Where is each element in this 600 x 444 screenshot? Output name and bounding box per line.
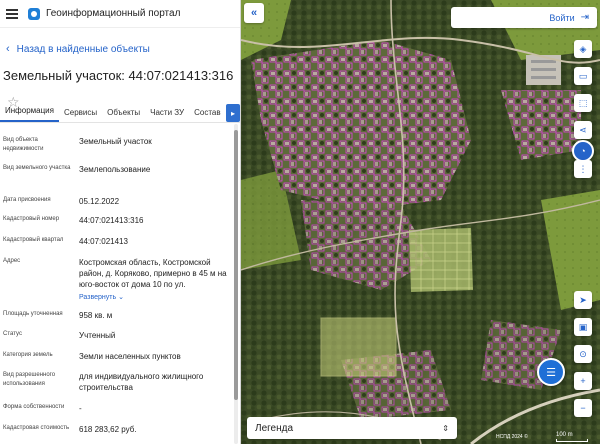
property-label: Адрес (3, 258, 21, 264)
tab-parcel-parts[interactable]: Части ЗУ (145, 108, 189, 122)
property-label: Вид разрешенного использования (3, 372, 56, 387)
navigation-arrow-icon: ➤ (579, 294, 587, 305)
portal-title: Геоинформационный портал (46, 8, 181, 19)
portal-logo-icon (28, 7, 40, 20)
property-value: Земельный участок (79, 137, 152, 146)
expand-address-link[interactable]: Развернуть ⌄ (79, 292, 231, 303)
property-value: Костромская область, Костромской район, … (79, 257, 231, 303)
top-bar: Геоинформационный портал (0, 0, 240, 28)
tool-icon: ⋮ (578, 163, 588, 174)
property-value: 05.12.2022 (79, 197, 120, 206)
property-label: Вид объекта недвижимости (3, 137, 44, 152)
property-value: Землепользование (79, 165, 151, 174)
expand-arrows-icon: ⇕ (442, 423, 449, 433)
property-label: Кадастровый квартал (3, 237, 64, 243)
property-label: Кадастровый номер (3, 216, 60, 222)
property-label: Категория земель (3, 352, 53, 358)
tab-information[interactable]: Информация (0, 106, 59, 122)
map-view[interactable]: « Войти ⇥ ◈ ▭ ⬚ ⋖ ◔ ⋮ ➤ ▣ ⊙ + − ☰ Легенд… (241, 0, 600, 444)
property-value: Земли населенных пунктов (79, 352, 181, 361)
tab-bar: Информация Сервисы Объекты Части ЗУ Сост… (0, 103, 240, 123)
minus-icon: − (580, 403, 586, 413)
property-label: Кадастровая стоимость (3, 425, 70, 431)
property-label: Площадь уточненная (3, 311, 63, 317)
measure-icon: ◔ (580, 146, 586, 156)
chevron-left-icon: ‹ (6, 43, 10, 55)
share-button[interactable]: ⋖ (574, 121, 592, 139)
address-text: Костромская область, Костромской район, … (79, 258, 227, 289)
tab-composition[interactable]: Состав (189, 108, 226, 122)
property-label: Статус (3, 331, 22, 337)
login-button[interactable]: Войти ⇥ (451, 7, 597, 28)
layers-button[interactable]: ◈ (574, 40, 592, 58)
location-pin-icon: ⊙ (579, 348, 587, 359)
back-to-results-link[interactable]: ‹ Назад в найденные объекты (0, 28, 240, 60)
legend-toggle[interactable]: Легенда ⇕ (247, 417, 457, 439)
print-button[interactable]: ▣ (574, 318, 592, 336)
collapse-panel-button[interactable]: « (244, 3, 264, 23)
expand-label: Развернуть (79, 294, 117, 301)
tab-objects[interactable]: Объекты (102, 108, 145, 122)
property-value: Учтенный (79, 331, 116, 340)
back-link-label: Назад в найденные объекты (16, 43, 150, 55)
legend-label: Легенда (255, 422, 294, 434)
chevron-down-icon: ⌄ (118, 294, 124, 301)
property-value: - (79, 404, 82, 413)
login-icon: ⇥ (580, 12, 589, 23)
tab-services[interactable]: Сервисы (59, 108, 102, 122)
geolocation-button[interactable]: ⊙ (574, 345, 592, 363)
object-title: Земельный участок: 44:07:021413:316 (3, 68, 234, 83)
property-label: Вид земельного участка (3, 165, 71, 171)
scrollbar-thumb[interactable] (234, 130, 238, 400)
property-value: 44:07:021413:316 (79, 216, 144, 225)
menu-icon[interactable] (6, 8, 18, 19)
object-info-panel: Геоинформационный портал ‹ Назад в найде… (0, 0, 241, 444)
map-scale: 100 m (556, 432, 588, 442)
select-area-icon: ⬚ (578, 97, 588, 108)
locate-button[interactable]: ➤ (574, 291, 592, 309)
property-value: 44:07:021413 (79, 237, 128, 246)
property-value: 618 283,62 руб. (79, 425, 137, 434)
zoom-out-button[interactable]: − (574, 399, 592, 417)
chat-icon: ☰ (546, 366, 556, 379)
panel-scrollbar[interactable] (234, 124, 238, 444)
plus-icon: + (580, 376, 586, 386)
login-label: Войти (549, 12, 575, 23)
ruler-icon: ▭ (578, 70, 588, 81)
property-label: Форма собственности (3, 404, 65, 410)
share-icon: ⋖ (579, 124, 587, 135)
select-area-button[interactable]: ⬚ (574, 94, 592, 112)
tabs-scroll-right-button[interactable]: ▸ (226, 104, 240, 122)
property-label: Дата присвоения (3, 197, 51, 203)
print-icon: ▣ (578, 321, 588, 332)
extra-tool-button[interactable]: ⋮ (574, 160, 592, 178)
ruler-button[interactable]: ▭ (574, 67, 592, 85)
chat-button[interactable]: ☰ (537, 358, 565, 386)
layers-icon: ◈ (579, 43, 587, 54)
zoom-in-button[interactable]: + (574, 372, 592, 390)
property-value: 958 кв. м (79, 311, 113, 320)
map-attribution: НСПД 2024 © (496, 434, 528, 440)
measure-tool-button[interactable]: ◔ (572, 140, 594, 162)
property-value: для индивидуального жилищного строительс… (79, 372, 204, 392)
